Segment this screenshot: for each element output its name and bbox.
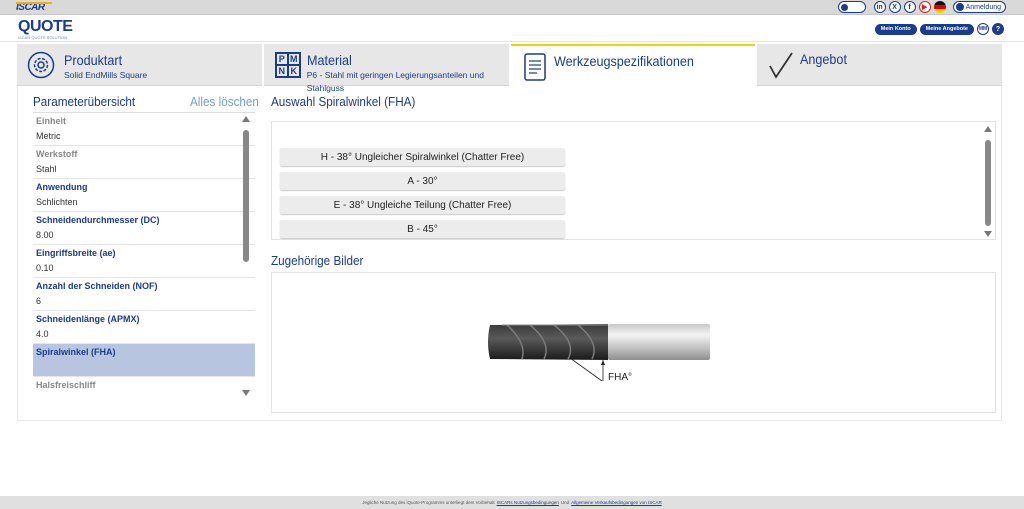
param-spiralwinkel[interactable]: Spiralwinkel (FHA) [33, 344, 255, 377]
param-schneidendurchmesser[interactable]: Schneidendurchmesser (DC) 8.00 [33, 212, 255, 245]
linkedin-icon[interactable]: in [873, 1, 886, 13]
main-panel: Parameterübersicht Alles löschen Einheit… [17, 86, 1002, 421]
tab-werkzeugspezifikationen[interactable]: Werkzeugspezifikationen [510, 44, 756, 86]
scroll-up-icon[interactable] [984, 126, 992, 132]
quote-logo-subtitle: ISCAR QUOTE SOLUTION [18, 35, 68, 40]
option-button[interactable]: H - 38° Ungleicher Spiralwinkel (Chatter… [280, 148, 565, 166]
my-quotes-button[interactable]: Meine Angebote [919, 23, 974, 35]
pmnk-k: K [287, 65, 300, 77]
param-label: Schneidendurchmesser (DC) [36, 215, 160, 225]
pmnk-n: N [275, 65, 288, 77]
user-icon [955, 3, 964, 11]
document-icon [521, 53, 549, 81]
param-anzahl-schneiden[interactable]: Anzahl der Schneiden (NOF) 6 [33, 278, 255, 311]
parameter-list: Einheit Metric Werkstoff Stahl Anwendung Sc… [33, 112, 255, 396]
login-label: Anmeldung [965, 3, 1001, 11]
clear-all-link[interactable]: Alles löschen [190, 94, 259, 109]
header: QUOTE ISCAR QUOTE SOLUTION Mein Konto Me… [0, 15, 1024, 42]
param-label: Werkstoff [36, 149, 78, 159]
parameter-overview-title: Parameterübersicht [33, 94, 136, 109]
param-value: 6 [36, 296, 42, 306]
sales-terms-link[interactable]: Allgemeine Verkaufsbedingungen von ISCAR [571, 500, 662, 505]
tab-title: Material [306, 52, 352, 68]
facebook-icon[interactable]: f [903, 1, 916, 13]
tab-subtitle: Solid EndMills Square [64, 70, 148, 80]
selection-title: Auswahl Spiralwinkel (FHA) [271, 94, 416, 109]
iscar-logo[interactable]: ISCAR [16, 2, 52, 13]
tab-angebot[interactable]: Angebot [757, 44, 1002, 86]
help-icon[interactable]: ? [992, 23, 1004, 35]
tab-material[interactable]: PMNK Material P6 - Stahl mit geringen Le… [263, 44, 509, 93]
endmill-illustration: FHA° [488, 324, 710, 383]
param-label: Anwendung [36, 182, 88, 192]
option-button[interactable]: E - 38° Ungleiche Teilung (Chatter Free) [280, 196, 565, 214]
related-images-title: Zugehörige Bilder [271, 253, 364, 268]
param-halsfreischliff[interactable]: Halsfreischliff [33, 377, 255, 396]
param-einheit[interactable]: Einheit Metric [33, 113, 255, 146]
param-anwendung[interactable]: Anwendung Schlichten [33, 179, 255, 212]
scroll-down-icon[interactable] [242, 390, 250, 396]
german-flag-icon[interactable] [933, 1, 946, 13]
param-label: Eingriffsbreite (ae) [36, 248, 116, 258]
param-value: 0.10 [36, 263, 54, 273]
option-button[interactable]: A - 30° [280, 172, 565, 190]
tab-produktart[interactable]: Produktart Solid EndMills Square [17, 44, 262, 86]
top-bar: ISCAR in X f ▶ Anmeldung [0, 0, 1024, 15]
option-scrollbar[interactable] [984, 126, 993, 237]
param-label: Spiralwinkel (FHA) [36, 347, 116, 357]
checkmark-icon [767, 51, 795, 79]
pmnk-p: P [275, 53, 288, 65]
param-value: Metric [36, 131, 61, 141]
quote-logo[interactable]: QUOTE [18, 19, 73, 35]
wizard-tabs: Produktart Solid EndMills Square PMNK Ma… [17, 44, 1002, 93]
gear-circle-icon [27, 51, 55, 79]
param-label: Schneidenlänge (APMX) [36, 314, 140, 324]
scroll-up-icon[interactable] [242, 116, 250, 122]
param-value: Schlichten [36, 197, 78, 207]
param-eingriffsbreite[interactable]: Eingriffsbreite (ae) 0.10 [33, 245, 255, 278]
theme-toggle[interactable] [837, 1, 866, 13]
parameter-scrollbar[interactable] [242, 116, 251, 396]
param-werkstoff[interactable]: Werkstoff Stahl [33, 146, 255, 179]
terms-of-use-link[interactable]: ISCARs Nutzungsbedingungen [497, 500, 559, 505]
x-twitter-icon[interactable]: X [888, 1, 901, 13]
param-label: Halsfreischliff [36, 380, 96, 390]
option-button[interactable]: B - 45° [280, 220, 565, 238]
footer-text: Jegliche Nutzung des iQuote-Programms un… [362, 500, 495, 505]
param-schneidenlaenge[interactable]: Schneidenlänge (APMX) 4.0 [33, 311, 255, 344]
fha-callout: FHA° [608, 372, 632, 383]
param-label: Einheit [36, 116, 67, 126]
scroll-thumb[interactable] [243, 130, 249, 262]
my-account-button[interactable]: Mein Konto [874, 23, 917, 35]
pmnk-m: M [287, 53, 300, 65]
tab-title: Werkzeugspezifikationen [553, 53, 694, 69]
param-label: Anzahl der Schneiden (NOF) [36, 281, 158, 291]
footer: Jegliche Nutzung des iQuote-Programms un… [0, 496, 1024, 509]
login-button[interactable]: Anmeldung [952, 1, 1006, 13]
units-toggle[interactable]: MM [977, 23, 989, 35]
top-bar-tools: in X f ▶ Anmeldung [837, 1, 1006, 13]
param-value: 4.0 [36, 329, 49, 339]
related-images-panel: FHA° [271, 272, 996, 413]
footer-text: Und [560, 500, 570, 505]
pmnk-icon: PMNK [274, 51, 302, 79]
tab-title: Produktart [64, 52, 123, 68]
param-value: 8.00 [36, 230, 54, 240]
tab-title: Angebot [800, 51, 848, 67]
param-value: Stahl [36, 164, 57, 174]
scroll-thumb[interactable] [985, 140, 991, 226]
youtube-icon[interactable]: ▶ [918, 1, 931, 13]
option-list: H - 38° Ungleicher Spiralwinkel (Chatter… [271, 121, 996, 240]
scroll-down-icon[interactable] [984, 231, 992, 237]
header-actions: Mein Konto Meine Angebote MM ? [874, 23, 1004, 35]
